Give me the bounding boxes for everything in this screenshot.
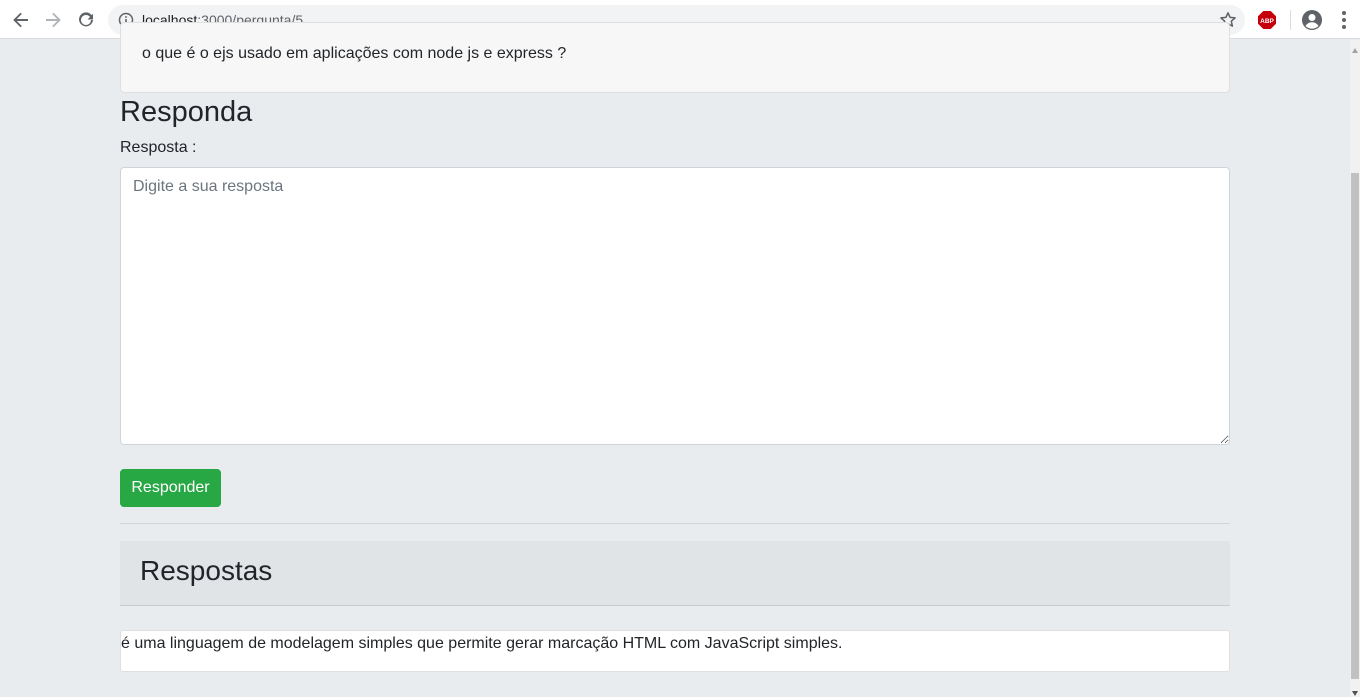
answers-header: Respostas [120,541,1230,606]
reload-icon [79,12,93,27]
answer-card: é uma linguagem de modelagem simples que… [120,630,1230,672]
toolbar-separator [1290,10,1291,30]
scroll-up-arrow-icon[interactable] [1351,42,1359,53]
answer-label: Resposta : [120,139,197,156]
forward-button[interactable] [41,8,65,32]
submit-answer-button[interactable]: Responder [120,469,221,507]
question-text: o que é o ejs usado em aplicações com no… [142,45,567,62]
reload-button[interactable] [74,8,98,32]
answer-textarea[interactable] [120,167,1230,445]
answer-text: é uma linguagem de modelagem simples que… [121,635,843,652]
arrow-right-icon [46,12,61,28]
abp-label: ABP [1260,18,1274,25]
adblock-extension-icon[interactable]: ABP [1258,11,1276,29]
arrow-left-icon [13,12,28,28]
question-card: o que é o ejs usado em aplicações com no… [120,22,1230,93]
answers-title: Respostas [140,555,273,586]
back-button[interactable] [9,8,33,32]
answer-form-title: Responda [120,96,253,128]
account-circle-icon[interactable] [1301,9,1323,36]
scroll-down-arrow-icon[interactable] [1351,684,1359,696]
kebab-menu-icon[interactable] [1337,9,1351,36]
divider [120,523,1230,524]
scrollbar-thumb[interactable] [1351,173,1359,679]
